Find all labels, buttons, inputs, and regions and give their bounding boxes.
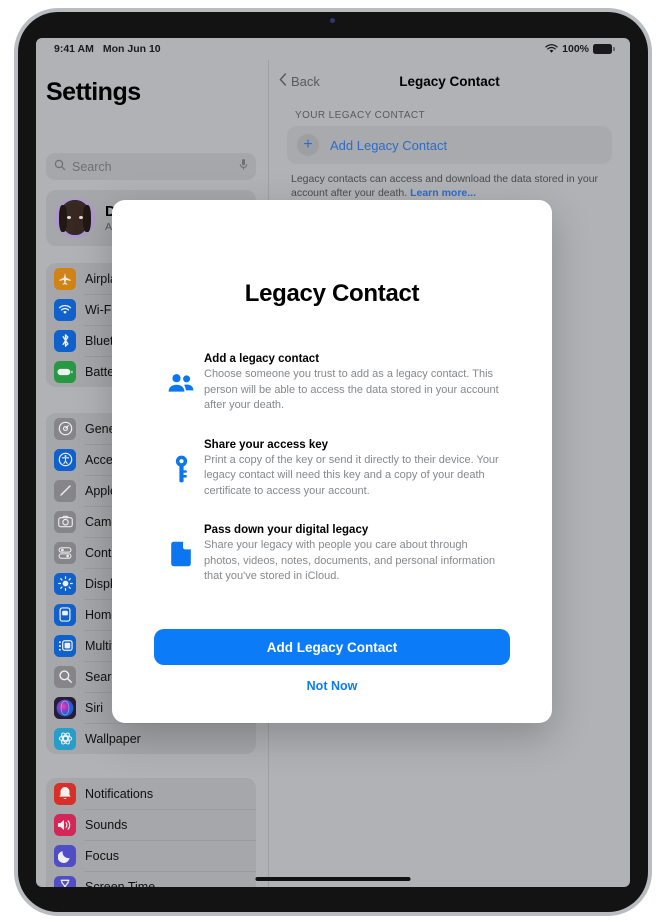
add-legacy-contact-button[interactable]: Add Legacy Contact — [154, 629, 510, 665]
feature-description: Print a copy of the key or send it direc… — [204, 453, 499, 497]
modal-actions: Add Legacy Contact Not Now — [112, 629, 552, 723]
document-icon — [164, 524, 198, 585]
feature-description: Choose someone you trust to add as a leg… — [204, 368, 499, 411]
modal-title: Legacy Contact — [244, 280, 420, 307]
feature-text: Add a legacy contact Choose someone you t… — [198, 353, 500, 414]
feature-item: Pass down your digital legacy Share your … — [164, 524, 500, 585]
modal-feature-list: Add a legacy contact Choose someone you t… — [112, 353, 552, 610]
not-now-button[interactable]: Not Now — [154, 679, 510, 693]
feature-title: Add a legacy contact — [204, 353, 320, 365]
ipad-screen: 9:41 AM Mon Jun 10 100% Settings Search … — [36, 38, 630, 887]
feature-item: Add a legacy contact Choose someone you t… — [164, 353, 500, 414]
feature-title: Share your access key — [204, 438, 329, 451]
people-icon — [164, 353, 198, 414]
feature-item: Share your access key Print a copy of the… — [164, 439, 500, 500]
feature-description: Share your legacy with people you care a… — [204, 539, 496, 582]
front-camera-icon — [330, 18, 335, 23]
legacy-contact-modal: Legacy Contact Add a legacy contact Choos… — [112, 200, 552, 723]
feature-text: Pass down your digital legacy Share your … — [198, 524, 500, 585]
feature-title: Pass down your digital legacy — [204, 524, 369, 536]
key-icon — [164, 439, 198, 500]
feature-text: Share your access key Print a copy of the… — [198, 439, 500, 500]
home-indicator[interactable] — [255, 877, 411, 881]
